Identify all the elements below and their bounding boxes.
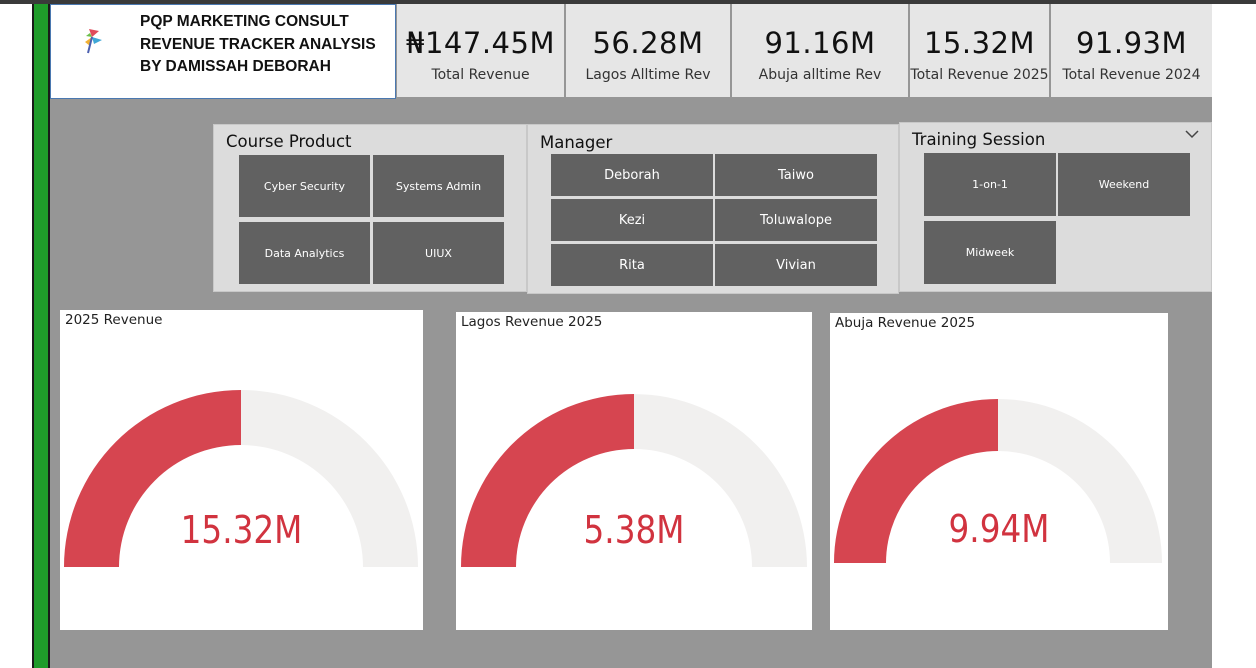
course-product-slicer: Course Product Cyber Security Systems Ad… <box>213 124 527 292</box>
gauge-value: 9.94M <box>948 507 1050 551</box>
accent-sidebar <box>34 4 48 668</box>
kpi-value: 91.16M <box>764 26 876 60</box>
slicer-option-midweek[interactable]: Midweek <box>924 221 1056 284</box>
kpi-label: Total Revenue <box>431 67 530 83</box>
kpi-value: 91.93M <box>1075 26 1188 60</box>
chevron-down-icon[interactable] <box>1184 127 1200 141</box>
gauge-chart <box>64 390 418 567</box>
slicer-option-vivian[interactable]: Vivian <box>715 244 877 286</box>
gauge-chart <box>461 394 807 567</box>
gauge-card-2025-revenue: 2025 Revenue 15.32M <box>60 310 423 630</box>
gauge-card-abuja-revenue-2025: Abuja Revenue 2025 9.94M <box>830 313 1168 630</box>
kpi-value: 56.28M <box>592 26 704 60</box>
kpi-card-lagos-alltime: 56.28M Lagos Alltime Rev <box>566 4 730 97</box>
slicer-option-1-on-1[interactable]: 1-on-1 <box>924 153 1056 216</box>
gauge-chart <box>834 399 1162 563</box>
report-title-line-1: PQP MARKETING CONSULT <box>140 13 349 30</box>
gauge-value: 5.38M <box>583 508 685 552</box>
kpi-label: Total Revenue 2025 <box>910 67 1049 83</box>
gauge-card-lagos-revenue-2025: Lagos Revenue 2025 5.38M <box>456 312 812 630</box>
title-card: PQP MARKETING CONSULT REVENUE TRACKER AN… <box>50 4 396 99</box>
slicer-option-cyber-security[interactable]: Cyber Security <box>239 155 370 217</box>
report-title-line-2: REVENUE TRACKER ANALYSIS <box>140 36 376 53</box>
slicer-option-systems-admin[interactable]: Systems Admin <box>373 155 504 217</box>
slicer-option-deborah[interactable]: Deborah <box>551 154 713 196</box>
slicer-option-uiux[interactable]: UIUX <box>373 222 504 284</box>
slicer-option-data-analytics[interactable]: Data Analytics <box>239 222 370 284</box>
slicer-option-rita[interactable]: Rita <box>551 244 713 286</box>
kpi-card-total-2025: 15.32M Total Revenue 2025 <box>910 4 1049 97</box>
slicer-option-taiwo[interactable]: Taiwo <box>715 154 877 196</box>
slicer-title: Course Product <box>226 132 352 151</box>
slicer-option-kezi[interactable]: Kezi <box>551 199 713 241</box>
slicer-title: Training Session <box>912 130 1046 149</box>
manager-slicer: Manager Deborah Taiwo Kezi Toluwalope Ri… <box>527 124 899 294</box>
kpi-card-total-2024: 91.93M Total Revenue 2024 <box>1051 4 1212 97</box>
slicer-title: Manager <box>540 133 613 152</box>
kpi-value: 15.32M <box>923 26 1036 60</box>
kpi-card-total-revenue: ₦147.45M Total Revenue <box>397 4 564 97</box>
report-title-line-3: BY DAMISSAH DEBORAH <box>140 58 331 75</box>
pinwheel-logo-icon <box>85 29 102 54</box>
training-session-slicer: Training Session 1-on-1 Weekend Midweek <box>899 122 1212 292</box>
kpi-label: Lagos Alltime Rev <box>585 67 711 83</box>
kpi-card-abuja-alltime: 91.16M Abuja alltime Rev <box>732 4 908 97</box>
kpi-value: ₦147.45M <box>406 26 555 60</box>
gauge-value: 15.32M <box>180 508 303 552</box>
slicer-option-toluwalope[interactable]: Toluwalope <box>715 199 877 241</box>
slicer-option-weekend[interactable]: Weekend <box>1058 153 1190 216</box>
kpi-label: Total Revenue 2024 <box>1062 67 1201 83</box>
kpi-label: Abuja alltime Rev <box>758 67 882 83</box>
